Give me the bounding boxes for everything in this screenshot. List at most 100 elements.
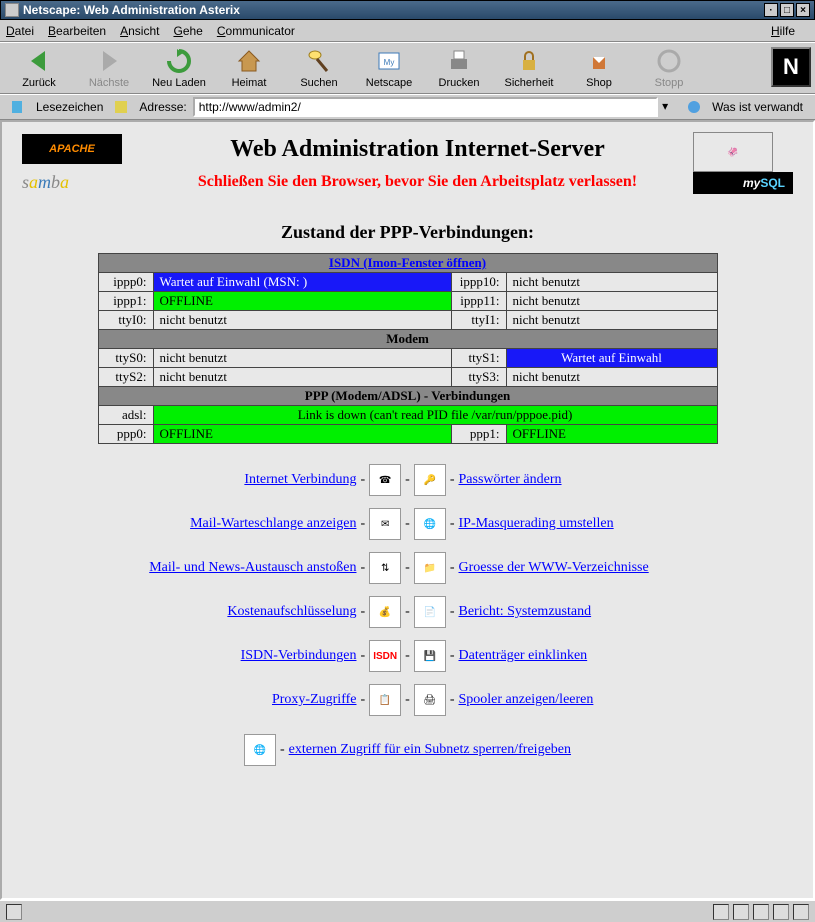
link-internet[interactable]: Internet Verbindung — [244, 472, 356, 487]
menu-bearbeiten[interactable]: Bearbeiten — [48, 24, 106, 38]
bookmark-icon[interactable] — [10, 99, 26, 115]
svg-text:My: My — [384, 58, 395, 67]
window-title: Netscape: Web Administration Asterix — [23, 3, 762, 17]
table-row: ttyS2: nicht benutzt ttyS3: nicht benutz… — [98, 368, 717, 387]
app-icon — [5, 3, 19, 17]
reload-button[interactable]: Neu Laden — [144, 47, 214, 89]
link-mailnews[interactable]: Mail- und News-Austausch anstoßen — [149, 560, 356, 575]
log-icon: 📋 — [369, 684, 401, 716]
status-icon-6[interactable] — [793, 904, 809, 920]
maximize-button[interactable]: □ — [780, 3, 794, 17]
isdn-icon: ISDN — [369, 640, 401, 672]
globe-icon: 🌐 — [414, 508, 446, 540]
ttyI1-status: nicht benutzt — [506, 311, 717, 330]
ttyS2-status: nicht benutzt — [153, 368, 451, 387]
lock-icon — [515, 47, 543, 75]
report-icon: 📄 — [414, 596, 446, 628]
shop-icon — [585, 47, 613, 75]
ttyS1-status: Wartet auf Einwahl — [506, 349, 717, 368]
table-row: ippp0: Wartet auf Einwahl (MSN: ) ippp10… — [98, 273, 717, 292]
blocked-globe-icon: 🌐 — [244, 734, 276, 766]
print-button[interactable]: Drucken — [424, 47, 494, 89]
link-wwwsize[interactable]: Groesse der WWW-Verzeichnisse — [459, 560, 649, 575]
address-input[interactable] — [193, 97, 658, 117]
admin-links: Internet Verbindung -☎- 🔑- Passwörter än… — [98, 460, 718, 776]
back-icon — [25, 47, 53, 75]
link-mailq[interactable]: Mail-Warteschlange anzeigen — [190, 516, 356, 531]
mysql-logo: mySQL — [693, 172, 793, 194]
table-row: ttyS0: nicht benutzt ttyS1: Wartet auf E… — [98, 349, 717, 368]
stop-button[interactable]: Stopp — [634, 47, 704, 89]
reload-icon — [165, 47, 193, 75]
link-kosten[interactable]: Kostenaufschlüsselung — [227, 604, 356, 619]
sync-icon: ⇅ — [369, 552, 401, 584]
search-button[interactable]: Suchen — [284, 47, 354, 89]
link-isdn[interactable]: ISDN-Verbindungen — [241, 648, 357, 663]
address-label: Adresse: — [139, 100, 186, 114]
ippp1-status: OFFLINE — [153, 292, 451, 311]
folder-icon: 📁 — [414, 552, 446, 584]
key-icon: 🔑 — [414, 464, 446, 496]
ppp0-status: OFFLINE — [153, 425, 451, 444]
link-datentraeger[interactable]: Datenträger einklinken — [459, 648, 588, 663]
section-title: Zustand der PPP-Verbindungen: — [2, 222, 813, 243]
toolbar: Zurück Nächste Neu Laden Heimat Suchen M… — [0, 42, 815, 94]
menu-communicator[interactable]: Communicator — [217, 24, 295, 38]
bookmarks-label[interactable]: Lesezeichen — [36, 100, 103, 114]
apache-logo: APACHE — [22, 134, 122, 164]
disk-icon: 💾 — [414, 640, 446, 672]
ppp-header: PPP (Modem/ADSL) - Verbindungen — [98, 387, 717, 406]
menu-datei[interactable]: Datei — [6, 24, 34, 38]
phone-icon: ☎ — [369, 464, 401, 496]
status-icon-1[interactable] — [6, 904, 22, 920]
stop-icon — [655, 47, 683, 75]
home-icon — [235, 47, 263, 75]
related-icon[interactable] — [686, 99, 702, 115]
go-icon[interactable]: ▾ — [662, 99, 678, 115]
security-button[interactable]: Sicherheit — [494, 47, 564, 89]
menu-hilfe[interactable]: Hilfe — [771, 24, 795, 38]
status-icon-2[interactable] — [713, 904, 729, 920]
page-title: Web Administration Internet-Server — [142, 136, 693, 163]
forward-button[interactable]: Nächste — [74, 47, 144, 89]
ttyS3-status: nicht benutzt — [506, 368, 717, 387]
location-bar: Lesezeichen Adresse: ▾ Was ist verwandt — [0, 94, 815, 120]
related-label[interactable]: Was ist verwandt — [712, 100, 803, 114]
status-icon-4[interactable] — [753, 904, 769, 920]
adsl-status: Link is down (can't read PID file /var/r… — [153, 406, 717, 425]
netscape-button[interactable]: My Netscape — [354, 47, 424, 89]
printer-icon: 🖨 — [414, 684, 446, 716]
forward-icon — [95, 47, 123, 75]
link-bericht[interactable]: Bericht: Systemzustand — [459, 604, 592, 619]
close-button[interactable]: × — [796, 3, 810, 17]
page-warning: Schließen Sie den Browser, bevor Sie den… — [142, 173, 693, 191]
content-area: APACHE samba Web Administration Internet… — [0, 120, 815, 900]
window-titlebar: Netscape: Web Administration Asterix · □… — [0, 0, 815, 20]
minimize-button[interactable]: · — [764, 3, 778, 17]
home-button[interactable]: Heimat — [214, 47, 284, 89]
location-icon — [113, 99, 129, 115]
link-ipmasq[interactable]: IP-Masquerading umstellen — [459, 516, 614, 531]
menu-ansicht[interactable]: Ansicht — [120, 24, 159, 38]
ttyI0-status: nicht benutzt — [153, 311, 451, 330]
menubar: Datei Bearbeiten Ansicht Gehe Communicat… — [0, 20, 815, 42]
ppp1-status: OFFLINE — [506, 425, 717, 444]
table-row: ppp0: OFFLINE ppp1: OFFLINE — [98, 425, 717, 444]
ippp11-status: nicht benutzt — [506, 292, 717, 311]
shop-button[interactable]: Shop — [564, 47, 634, 89]
isdn-header-link[interactable]: ISDN (Imon-Fenster öffnen) — [329, 255, 486, 270]
status-icon-3[interactable] — [733, 904, 749, 920]
isdn-header: ISDN (Imon-Fenster öffnen) — [98, 254, 717, 273]
link-spooler[interactable]: Spooler anzeigen/leeren — [459, 692, 594, 707]
samba-logo: samba — [22, 172, 142, 193]
squid-logo: 🦑 — [693, 132, 773, 172]
back-button[interactable]: Zurück — [4, 47, 74, 89]
link-proxy[interactable]: Proxy-Zugriffe — [272, 692, 357, 707]
ttyS0-status: nicht benutzt — [153, 349, 451, 368]
link-passwort[interactable]: Passwörter ändern — [459, 472, 562, 487]
search-icon — [305, 47, 333, 75]
status-icon-5[interactable] — [773, 904, 789, 920]
link-extern[interactable]: externen Zugriff für ein Subnetz sperren… — [289, 742, 571, 758]
money-icon: 💰 — [369, 596, 401, 628]
menu-gehe[interactable]: Gehe — [173, 24, 202, 38]
